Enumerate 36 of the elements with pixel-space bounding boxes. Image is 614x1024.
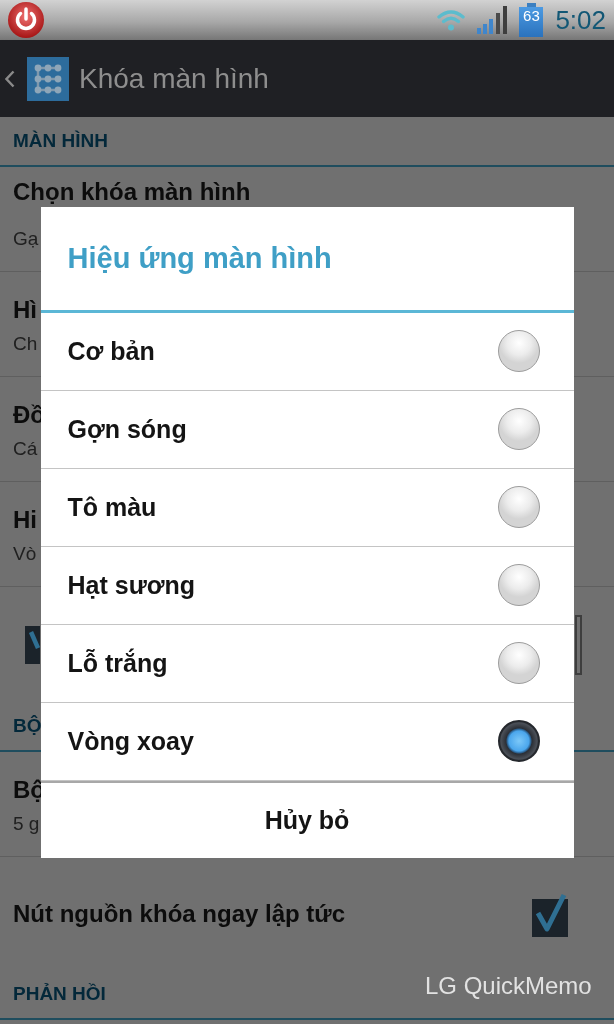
option-label[interactable]: Vòng xoay [67, 726, 194, 756]
section-header: PHẢN HỒI [13, 983, 106, 1005]
option-label[interactable]: Lỗ trắng [67, 648, 168, 678]
dialog-title: Hiệu ứng màn hình [67, 241, 332, 275]
radio-button[interactable] [497, 408, 540, 450]
setting-summary: Ch [13, 333, 38, 355]
radio-button[interactable] [497, 330, 540, 372]
setting-summary: 5 g [13, 813, 40, 835]
back-caret-icon[interactable] [5, 69, 15, 88]
setting-summary: Cá [13, 438, 38, 460]
section-header: BỘ [13, 715, 42, 737]
setting-summary: Vò [13, 543, 37, 565]
radio-button[interactable] [497, 564, 540, 606]
option-label[interactable]: Gợn sóng [67, 414, 187, 444]
dot-grid-icon [27, 56, 69, 101]
option-label[interactable]: Tô màu [67, 492, 157, 522]
option-label[interactable]: Cơ bản [67, 336, 155, 366]
power-icon[interactable] [8, 2, 44, 38]
battery-indicator: 63 [519, 3, 544, 37]
setting-title: Chọn khóa màn hình [13, 178, 251, 206]
screen-title: Khóa màn hình [79, 62, 269, 95]
radio-button[interactable] [497, 720, 540, 762]
setting-title: Nút nguồn khóa ngay lập tức [13, 899, 346, 928]
stamp-text: LG QuickMemo [425, 972, 592, 1000]
radio-button[interactable] [497, 486, 540, 528]
radio-button[interactable] [497, 642, 540, 684]
section-header: MÀN HÌNH [13, 130, 108, 152]
signal-icon [477, 6, 508, 34]
setting-summary: Gạ [13, 228, 39, 250]
clock: 5:02 [555, 7, 606, 33]
setting-title: Hi [13, 506, 37, 534]
outlined-box [575, 614, 582, 675]
option-label[interactable]: Hạt sương [67, 570, 196, 600]
wifi-icon [437, 9, 466, 31]
checkbox[interactable] [25, 625, 40, 664]
setting-title: Hì [13, 296, 37, 324]
